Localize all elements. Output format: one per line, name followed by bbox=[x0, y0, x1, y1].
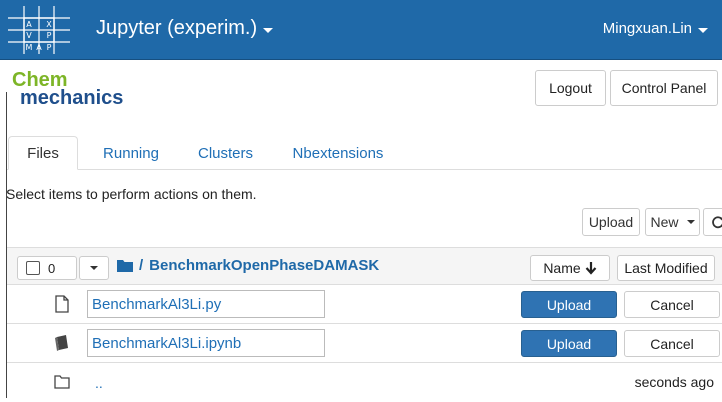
notebook-icon bbox=[55, 335, 68, 351]
logo-letter: M bbox=[26, 43, 33, 52]
folder-icon bbox=[117, 260, 133, 272]
sort-name-button[interactable]: Name bbox=[530, 255, 610, 281]
tab-running[interactable]: Running bbox=[86, 136, 176, 170]
cancel-upload-button[interactable]: Cancel bbox=[624, 330, 720, 357]
breadcrumb: / BenchmarkOpenPhaseDAMASK bbox=[117, 257, 379, 274]
tab-files[interactable]: Files bbox=[8, 136, 78, 170]
logo-letter: P bbox=[47, 43, 52, 52]
upload-file-button[interactable]: Upload bbox=[521, 330, 617, 357]
tab-clusters[interactable]: Clusters bbox=[183, 136, 268, 170]
logo-letter: X bbox=[46, 20, 52, 29]
caret-down-icon bbox=[686, 220, 695, 224]
control-panel-button[interactable]: Control Panel bbox=[610, 70, 718, 106]
parent-directory-row[interactable]: .. seconds ago bbox=[7, 363, 722, 402]
folder-outline-icon bbox=[54, 375, 70, 389]
sort-name-label: Name bbox=[543, 260, 581, 276]
tab-nbextensions[interactable]: Nbextensions bbox=[278, 136, 398, 170]
logo-letter: A bbox=[26, 20, 32, 29]
selected-count: 0 bbox=[48, 260, 56, 276]
arrow-down-icon bbox=[585, 261, 596, 275]
logo-text-bottom: mechanics bbox=[20, 87, 123, 108]
logo-letter: I bbox=[38, 31, 40, 40]
caret-down-icon bbox=[698, 28, 708, 33]
logo-letter: P bbox=[47, 31, 52, 40]
logo-letter: A bbox=[36, 43, 42, 52]
modified-time: seconds ago bbox=[634, 374, 714, 390]
logout-button[interactable]: Logout bbox=[535, 70, 606, 106]
caret-down-icon bbox=[263, 28, 274, 33]
select-all-checkbox[interactable] bbox=[26, 261, 40, 275]
selection-dropdown[interactable] bbox=[79, 256, 109, 280]
upload-file-button[interactable]: Upload bbox=[521, 291, 617, 318]
brand-menu[interactable]: Jupyter (experim.) bbox=[96, 17, 274, 40]
logo-letter: I bbox=[38, 20, 40, 29]
filename-input[interactable] bbox=[87, 290, 325, 318]
refresh-icon bbox=[712, 216, 722, 229]
file-list-header: 0 / BenchmarkOpenPhaseDAMASK Name Last M… bbox=[7, 247, 722, 285]
refresh-button[interactable] bbox=[703, 208, 722, 236]
select-all-control[interactable]: 0 bbox=[17, 256, 77, 280]
last-modified-button[interactable]: Last Modified bbox=[617, 255, 715, 281]
parent-directory-link[interactable]: .. bbox=[95, 375, 103, 391]
user-menu[interactable]: Mingxuan.Lin bbox=[603, 20, 708, 37]
chemmechanics-logo: Chem mechanics bbox=[12, 69, 123, 108]
logo-letter: V bbox=[26, 31, 32, 40]
brand-label: Jupyter (experim.) bbox=[96, 17, 258, 39]
top-navbar: A I X V I P M A P Jupyter (experim.) Min… bbox=[0, 0, 722, 60]
file-icon bbox=[55, 295, 69, 313]
breadcrumb-folder[interactable]: BenchmarkOpenPhaseDAMASK bbox=[149, 257, 379, 274]
upload-row: Upload Cancel bbox=[7, 324, 722, 363]
aixvipmap-logo: A I X V I P M A P bbox=[8, 6, 70, 54]
new-label: New bbox=[650, 214, 679, 230]
new-button[interactable]: New bbox=[645, 208, 700, 236]
cancel-upload-button[interactable]: Cancel bbox=[624, 291, 720, 318]
instructions-text: Select items to perform actions on them. bbox=[6, 186, 257, 202]
upload-button[interactable]: Upload bbox=[582, 208, 640, 236]
filename-input[interactable] bbox=[87, 329, 325, 357]
upload-row: Upload Cancel bbox=[7, 285, 722, 324]
caret-down-icon bbox=[90, 266, 98, 270]
breadcrumb-root[interactable]: / bbox=[139, 257, 143, 274]
user-name: Mingxuan.Lin bbox=[602, 20, 692, 37]
